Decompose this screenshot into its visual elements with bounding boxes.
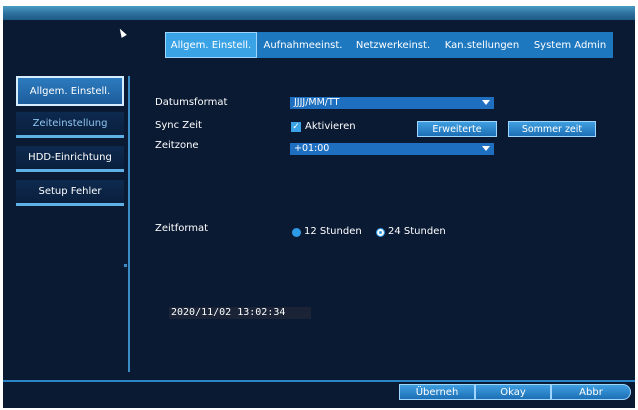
date-format-value: JJJJ/MM/TT xyxy=(294,97,340,108)
tab-general-settings[interactable]: Allgem. Einstell. xyxy=(165,32,257,58)
sidebar-item-general-settings[interactable]: Allgem. Einstell. xyxy=(16,76,124,106)
sidebar-item-time-settings[interactable]: Zeiteinstellung xyxy=(16,112,124,138)
apply-button[interactable]: Überneh xyxy=(399,384,475,400)
tab-system-admin[interactable]: System Admin xyxy=(527,32,613,58)
chevron-down-icon xyxy=(482,146,490,151)
tab-channel-settings[interactable]: Kan.stellungen xyxy=(437,32,527,58)
current-time-display: 2020/11/02 13:02:34 xyxy=(169,307,311,319)
sync-time-label: Sync Zeit xyxy=(155,120,202,131)
ok-button[interactable]: Okay xyxy=(475,384,551,400)
date-format-label: Datumsformat xyxy=(155,97,228,108)
divider-marker xyxy=(124,264,127,267)
chevron-down-icon xyxy=(482,100,490,105)
tab-recording-settings[interactable]: Aufnahmeeinst. xyxy=(257,32,349,58)
advanced-button[interactable]: Erweiterte xyxy=(417,121,497,137)
footer-buttons: Überneh Okay Abbr xyxy=(399,384,635,400)
top-tab-bar: Allgem. Einstell. Aufnahmeeinst. Netzwer… xyxy=(165,32,613,58)
sidebar-item-setup-errors[interactable]: Setup Fehler xyxy=(16,180,124,206)
mouse-cursor-icon xyxy=(117,27,127,38)
summer-time-button[interactable]: Sommer zeit xyxy=(508,121,596,137)
sidebar-divider xyxy=(128,76,130,372)
tab-network-settings[interactable]: Netzwerkeinst. xyxy=(349,32,437,58)
radio-24-hours-label: 24 Stunden xyxy=(388,226,446,237)
sidebar-item-hdd-setup[interactable]: HDD-Einrichtung xyxy=(16,146,124,172)
title-bar xyxy=(3,6,635,20)
time-format-label: Zeitformat xyxy=(155,223,209,234)
date-format-select[interactable]: JJJJ/MM/TT xyxy=(290,97,494,109)
dvr-settings-window: Allgem. Einstell. Aufnahmeeinst. Netzwer… xyxy=(3,6,635,408)
radio-24-hours[interactable] xyxy=(376,228,385,237)
timezone-value: +01:00 xyxy=(294,143,330,154)
sync-time-checkbox[interactable]: ✓ xyxy=(291,122,301,132)
footer-divider xyxy=(3,380,635,382)
sync-enable-label: Aktivieren xyxy=(305,121,356,132)
timezone-label: Zeitzone xyxy=(155,140,199,151)
radio-12-hours-label: 12 Stunden xyxy=(304,226,362,237)
timezone-select[interactable]: +01:00 xyxy=(290,143,494,155)
radio-12-hours[interactable] xyxy=(292,228,301,237)
cancel-button[interactable]: Abbr xyxy=(551,384,631,400)
